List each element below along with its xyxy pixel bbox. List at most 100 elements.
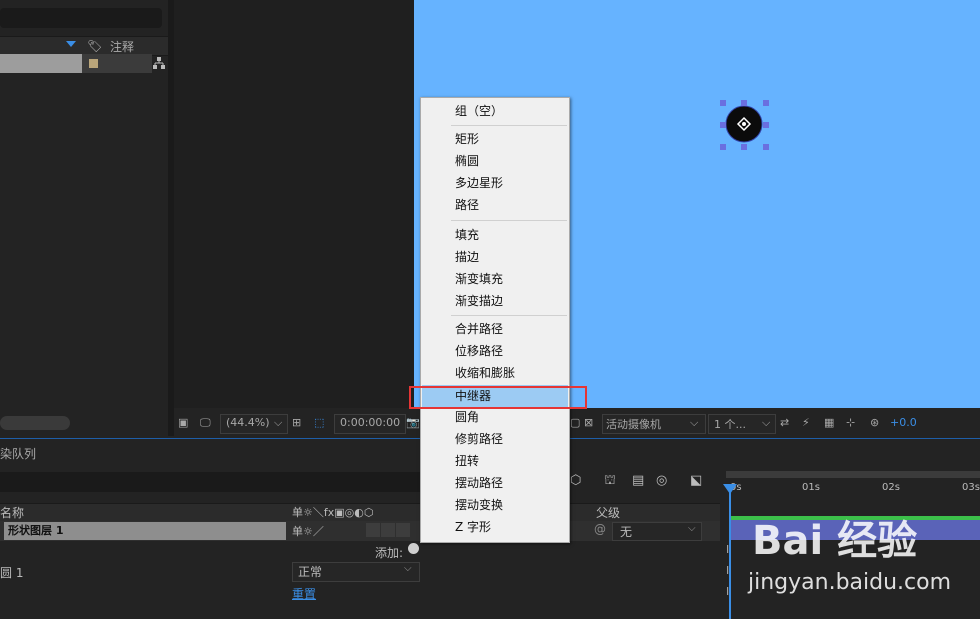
blend-mode-value: 正常 <box>298 565 323 579</box>
monitor-icon[interactable]: 🖵 <box>200 416 211 430</box>
timecode-value: 0:00:00:00 <box>340 416 401 429</box>
menu-item-ellipse[interactable]: 椭圆 <box>422 150 568 172</box>
switches-column[interactable]: 单☼＼fx▣◎◐⬡ <box>292 504 373 520</box>
menu-separator <box>451 315 567 316</box>
layer-name-cell[interactable]: 形状图层 1 <box>4 522 286 540</box>
add-label: 添加: <box>375 546 404 560</box>
switch-box[interactable] <box>366 523 380 537</box>
timeline-search-input[interactable] <box>0 472 420 492</box>
project-item-row[interactable] <box>0 54 168 73</box>
chevron-down-icon: ⌵ <box>762 416 771 429</box>
switch-box[interactable] <box>396 523 410 537</box>
project-scrollbar[interactable] <box>0 416 70 430</box>
ruler-tick-label: 03s <box>962 482 980 493</box>
chevron-down-icon: ⌵ <box>404 563 412 574</box>
tab-render-queue[interactable]: 染队列 <box>0 445 36 462</box>
transform-handle[interactable] <box>741 144 747 150</box>
pickwhip-icon[interactable]: @ <box>594 522 606 536</box>
transform-handle[interactable] <box>741 100 747 106</box>
exposure-value[interactable]: +0.0 <box>890 416 917 429</box>
channel-icon[interactable]: ▢ <box>570 416 580 429</box>
reset-link[interactable]: 重置 <box>292 585 316 602</box>
work-area-bar[interactable] <box>726 471 980 478</box>
transform-handle[interactable] <box>763 122 769 128</box>
add-play-icon[interactable] <box>408 543 419 554</box>
switch-box[interactable] <box>381 523 395 537</box>
timeline-column-header: 名称 单☼＼fx▣◎◐⬡ 父级 <box>0 503 720 522</box>
menu-item-round-corners[interactable]: 圆角 <box>422 406 568 428</box>
menu-item-pucker-bloat[interactable]: 收缩和膨胀 <box>422 362 568 384</box>
flowchart-icon[interactable]: ⊹ <box>846 416 855 429</box>
playhead-line[interactable] <box>729 486 731 619</box>
draft-3d-icon[interactable]: ⊠ <box>584 416 593 429</box>
timeline-toolbar-icons: ⬡ ⛫ ▤ ◎ ⬕ <box>570 473 720 493</box>
flowchart-icon[interactable] <box>153 57 165 69</box>
menu-item-wiggle-transform[interactable]: 摆动变换 <box>422 494 568 516</box>
comment-column-header[interactable]: 注释 <box>110 38 134 55</box>
menu-item-gradient-fill[interactable]: 渐变填充 <box>422 268 568 290</box>
project-panel: 🏷 注释 <box>0 0 168 436</box>
shape-layer-ellipse[interactable] <box>724 104 764 144</box>
snapshot-icon[interactable]: 📷 <box>406 416 420 429</box>
region-of-interest-icon[interactable]: ⊞ <box>292 416 301 429</box>
frame-blending-icon[interactable]: ▤ <box>632 473 644 488</box>
label-color-swatch[interactable] <box>89 59 98 68</box>
project-search-input[interactable] <box>0 8 162 28</box>
add-shape-context-menu: 组（空） 矩形 椭圆 多边星形 路径 填充 描边 渐变填充 渐变描边 合并路径 … <box>420 97 570 543</box>
menu-separator <box>451 125 567 126</box>
menu-item-rectangle[interactable]: 矩形 <box>422 128 568 150</box>
keyframe-marker-icon[interactable]: I <box>726 564 729 577</box>
zoom-value: (44.4%) <box>226 416 270 429</box>
menu-item-zig-zag[interactable]: Z 字形 <box>422 516 568 538</box>
ruler-tick-label: 02s <box>882 482 900 493</box>
keyframe-marker-icon[interactable]: I <box>726 585 729 598</box>
menu-item-path[interactable]: 路径 <box>422 194 568 216</box>
shy-layers-icon[interactable]: ⛫ <box>604 473 616 490</box>
transform-handle[interactable] <box>720 100 726 106</box>
menu-item-trim-paths[interactable]: 修剪路径 <box>422 428 568 450</box>
sort-chevron-icon[interactable] <box>66 41 76 47</box>
parent-value: 无 <box>620 525 633 539</box>
menu-item-gradient-stroke[interactable]: 渐变描边 <box>422 290 568 312</box>
menu-item-offset-paths[interactable]: 位移路径 <box>422 340 568 362</box>
playhead-handle[interactable] <box>723 484 737 494</box>
menu-item-group-empty[interactable]: 组（空） <box>422 100 568 122</box>
project-column-header: 🏷 注释 <box>0 36 168 56</box>
time-ruler[interactable]: 0s 01s 02s 03s <box>726 480 980 498</box>
ellipse-group-label[interactable]: 圆 1 <box>0 564 23 581</box>
menu-item-wiggle-paths[interactable]: 摆动路径 <box>422 472 568 494</box>
timeline-icon[interactable]: ▦ <box>824 416 834 429</box>
ruler-tick-label: 01s <box>802 482 820 493</box>
menu-separator <box>451 220 567 221</box>
project-item-name-cell <box>0 54 82 73</box>
menu-item-stroke[interactable]: 描边 <box>422 246 568 268</box>
viewer-toolbar: ▣ 🖵 (44.4%) ⌵ ⊞ ⬚ 0:00:00:00 📷 ▢ ⊠ 活动摄像机… <box>174 410 980 436</box>
transform-handle[interactable] <box>763 144 769 150</box>
transform-handle[interactable] <box>763 100 769 106</box>
layer-name-column[interactable]: 名称 <box>0 504 24 521</box>
menu-item-fill[interactable]: 填充 <box>422 224 568 246</box>
menu-item-polystar[interactable]: 多边星形 <box>422 172 568 194</box>
transform-handle[interactable] <box>720 144 726 150</box>
label-tag-icon[interactable]: 🏷 <box>87 39 102 53</box>
transform-handle[interactable] <box>720 122 726 128</box>
chevron-down-icon: ⌵ <box>690 416 699 429</box>
menu-item-twist[interactable]: 扭转 <box>422 450 568 472</box>
toggle-pixel-aspect-icon[interactable]: ⇄ <box>780 416 789 429</box>
menu-item-merge-paths[interactable]: 合并路径 <box>422 318 568 340</box>
viewer-pasteboard <box>174 0 414 408</box>
layer-row[interactable]: 形状图层 1 单☼／ @ 无 ⌵ <box>0 521 720 541</box>
fast-preview-icon[interactable]: ⚡ <box>802 416 810 429</box>
always-preview-icon[interactable]: ▣ <box>178 416 188 429</box>
watermark-url: jingyan.baidu.com <box>748 570 952 595</box>
reset-exposure-icon[interactable]: ⊛ <box>870 416 879 429</box>
parent-column[interactable]: 父级 <box>596 504 620 521</box>
keyframe-marker-icon[interactable]: I <box>726 543 729 556</box>
transparency-grid-icon[interactable]: ⬚ <box>314 416 324 429</box>
watermark-logo: Bai 经验 <box>752 518 918 564</box>
project-item-meta-cell <box>82 54 152 73</box>
draft-3d-icon[interactable]: ⬡ <box>570 473 581 488</box>
motion-blur-icon[interactable]: ◎ <box>656 473 667 488</box>
layer-switches[interactable]: 单☼／ <box>292 523 324 539</box>
graph-editor-icon[interactable]: ⬕ <box>690 473 702 488</box>
